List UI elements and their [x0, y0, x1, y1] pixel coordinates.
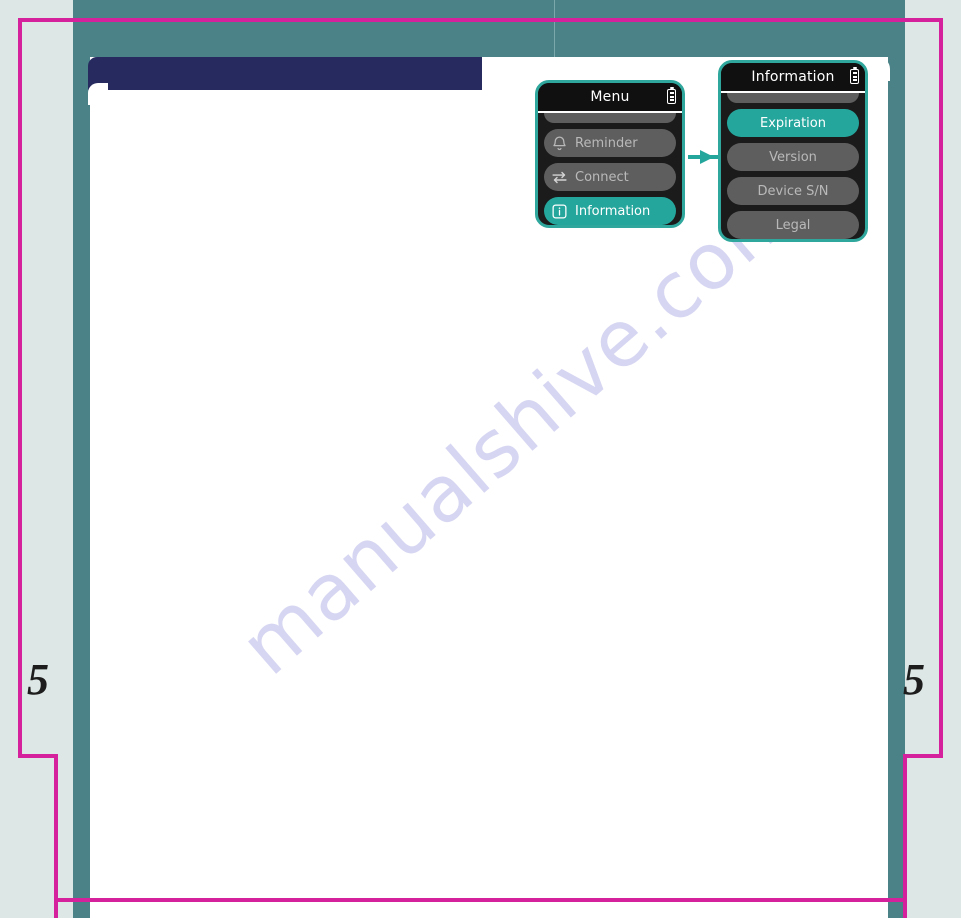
menu-item-information-label: Information [575, 203, 651, 219]
information-item-expiration[interactable]: Expiration [727, 109, 859, 137]
information-title: Information [751, 69, 835, 85]
information-item-device-sn-label: Device S/N [757, 183, 829, 199]
section-header-bar [88, 57, 482, 90]
page-margin-right [905, 0, 961, 918]
page-margin-left [0, 0, 73, 918]
menu-title: Menu [590, 89, 630, 105]
manual-page: manualshive.com 5 5 Menu Reminder Connec… [0, 0, 961, 918]
info-icon [552, 203, 567, 219]
battery-icon [850, 69, 859, 84]
content-corner-top-left [88, 83, 108, 105]
trim-line-right [939, 18, 943, 758]
battery-icon [667, 89, 676, 104]
menu-item-reminder[interactable]: Reminder [544, 129, 676, 157]
menu-item-partial-above[interactable] [544, 113, 676, 123]
arrow-right-icon [688, 150, 722, 164]
spine-band-left [73, 0, 90, 918]
page-number-right: 5 [903, 655, 925, 704]
connect-icon [552, 171, 567, 183]
device-screen-menu: Menu Reminder Connect Information [535, 80, 685, 228]
menu-item-information[interactable]: Information [544, 197, 676, 225]
trim-step-right-h [903, 754, 943, 758]
menu-item-connect-label: Connect [575, 169, 629, 185]
menu-title-bar: Menu [538, 83, 682, 113]
trim-line-left [18, 18, 22, 758]
menu-item-connect[interactable]: Connect [544, 163, 676, 191]
trim-step-left-v [54, 754, 58, 918]
trim-line-bottom [54, 898, 907, 902]
page-number-left: 5 [27, 655, 49, 704]
trim-step-left-h [18, 754, 58, 758]
trim-step-right-v [903, 754, 907, 918]
information-item-version[interactable]: Version [727, 143, 859, 171]
information-item-expiration-label: Expiration [760, 115, 826, 131]
content-corner-top-right [868, 57, 890, 81]
header-band-divider [554, 0, 555, 57]
header-band [73, 0, 888, 57]
information-item-partial-above[interactable] [727, 93, 859, 103]
device-screen-information: Information Expiration Version Device S/… [718, 60, 868, 242]
bell-icon [553, 135, 566, 150]
information-item-version-label: Version [769, 149, 817, 165]
information-list: Expiration Version Device S/N Legal [721, 93, 865, 239]
information-item-legal-label: Legal [775, 217, 811, 233]
menu-list: Reminder Connect Information [538, 113, 682, 225]
menu-item-reminder-label: Reminder [575, 135, 638, 151]
information-item-device-sn[interactable]: Device S/N [727, 177, 859, 205]
information-item-legal[interactable]: Legal [727, 211, 859, 239]
trim-line-top [18, 18, 943, 22]
information-title-bar: Information [721, 63, 865, 93]
